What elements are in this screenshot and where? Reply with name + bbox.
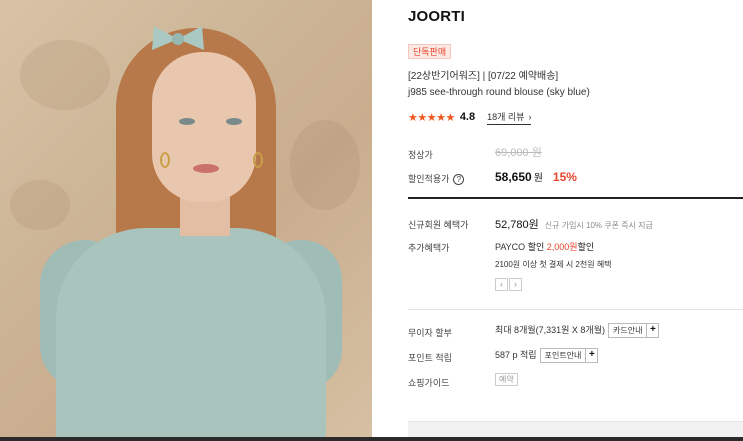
sale-price-label-text: 할인적용가	[408, 174, 450, 184]
plus-icon[interactable]: +	[646, 323, 660, 339]
payco-note: 2100원 이상 첫 결제 시 2천원 혜택	[495, 260, 612, 269]
product-name: j985 see-through round blouse (sky blue)	[408, 87, 590, 98]
shopping-guide-row: 예약	[495, 373, 518, 386]
sale-price: 58,650 원 15%	[495, 169, 577, 184]
rating-score: 4.8	[459, 111, 476, 123]
discount-rate: 15%	[552, 170, 577, 184]
sale-price-label: 할인적용가?	[408, 172, 465, 186]
sale-price-value: 58,650	[495, 170, 532, 184]
payco-prefix: PAYCO	[495, 242, 526, 252]
member-price-row: 52,780원 신규 가입시 10% 쿠폰 즉시 지급	[495, 216, 653, 232]
chevron-left-icon[interactable]: ‹	[495, 278, 508, 291]
help-icon[interactable]: ?	[453, 174, 465, 186]
card-info-button[interactable]: 카드안내	[608, 323, 648, 339]
points-label: 포인트 적립	[408, 353, 452, 363]
points-row: 587 p 적립 포인트안내 +	[495, 348, 599, 364]
points-value: 587 p 적립	[495, 350, 537, 360]
option-panel-edge	[408, 421, 743, 437]
plus-icon[interactable]: +	[585, 348, 599, 364]
rating-row: ★★★★★ 4.8 18개 리뷰 ›	[408, 109, 532, 125]
points-info-button[interactable]: 포인트안내	[539, 348, 587, 364]
installment-value: 최대 8개월(7,331원 X 8개월)	[495, 325, 605, 335]
regular-price: 69,000 원	[495, 147, 542, 159]
exclusive-badge: 단독판매	[408, 44, 452, 59]
regular-price-label: 정상가	[408, 150, 433, 160]
product-info: JOORTI 단독판매 [22상반기어워즈] | [07/22 예약배송] j9…	[408, 0, 743, 437]
brand-name[interactable]: JOORTI	[408, 8, 465, 25]
benefit-pager: ‹ ›	[495, 278, 523, 291]
shopping-guide-label: 쇼핑가이드	[408, 378, 450, 388]
payco-mid: 할인	[527, 242, 545, 252]
product-subtitle: [22상반기어워즈] | [07/22 예약배송]	[408, 71, 559, 82]
window-bottom-bar	[0, 437, 743, 441]
reviews-link[interactable]: 18개 리뷰 ›	[487, 110, 532, 125]
reviews-count: 18개 리뷰	[487, 111, 525, 122]
section-divider-light	[408, 309, 743, 310]
member-price-label: 신규회원 혜택가	[408, 220, 469, 230]
section-divider	[408, 197, 743, 199]
installment-row: 최대 8개월(7,331원 X 8개월) 카드안내 +	[495, 323, 660, 339]
member-price: 52,780원	[495, 219, 539, 231]
installment-label: 무이자 할부	[408, 328, 452, 338]
payco-suffix: 할인	[577, 242, 595, 252]
sale-price-unit: 원	[533, 173, 543, 184]
extra-benefit-label: 추가혜택가	[408, 243, 450, 253]
member-price-note: 신규 가입시 10% 쿠폰 즉시 지급	[544, 221, 653, 230]
hair-bow	[152, 26, 204, 50]
payco-amount: 2,000원	[546, 242, 578, 252]
chevron-right-icon[interactable]: ›	[509, 278, 522, 291]
star-rating-icon: ★★★★★	[408, 111, 455, 124]
chevron-right-icon: ›	[528, 111, 532, 122]
payco-benefit: PAYCO 할인 2,000원할인	[495, 240, 594, 253]
product-image	[0, 0, 372, 437]
reservation-tag[interactable]: 예약	[495, 373, 518, 386]
